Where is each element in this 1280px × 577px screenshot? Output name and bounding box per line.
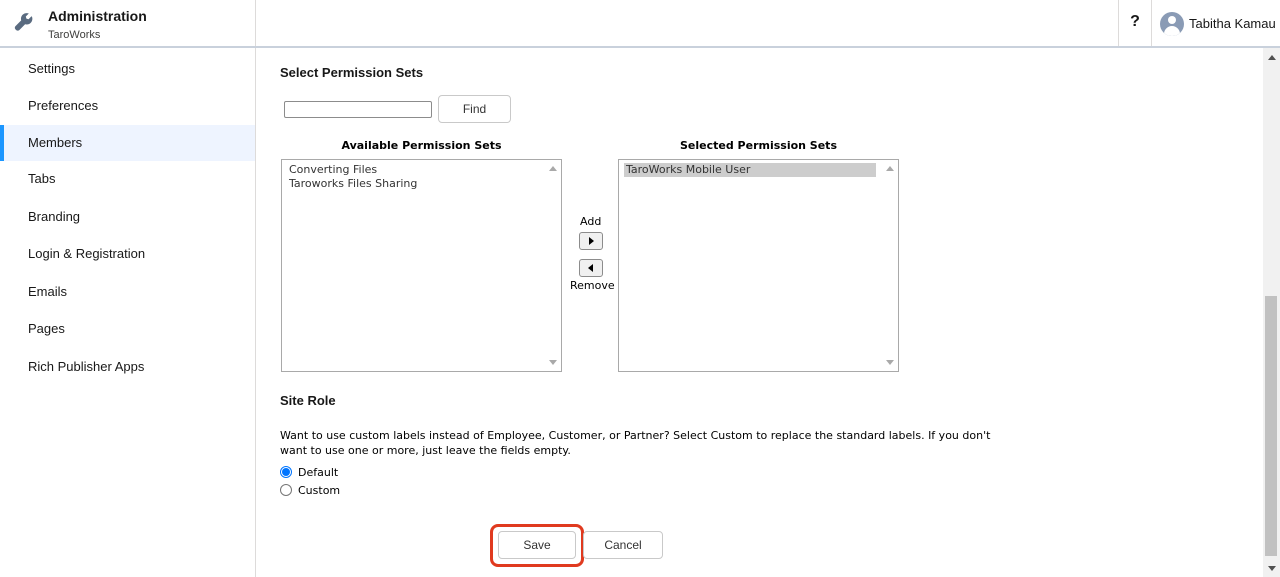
scroll-up-icon[interactable]: [1268, 55, 1276, 60]
page-scrollbar[interactable]: [1263, 48, 1280, 577]
add-label: Add: [580, 215, 602, 228]
remove-button[interactable]: [579, 259, 603, 277]
selected-permission-sets-label: Selected Permission Sets: [679, 139, 837, 152]
sidebar-item-emails[interactable]: Emails: [0, 274, 255, 310]
sidebar-item-members[interactable]: Members: [0, 125, 255, 161]
listbox-scrollbar[interactable]: [546, 161, 560, 370]
scroll-thumb[interactable]: [1265, 296, 1277, 556]
permission-sets-title: Select Permission Sets: [280, 65, 424, 80]
main-content: Select Permission Sets Find Available Pe…: [257, 48, 1263, 577]
find-button[interactable]: Find: [438, 95, 511, 123]
site-role-title: Site Role: [280, 393, 336, 408]
selected-permission-sets-list[interactable]: TaroWorks Mobile User: [618, 159, 899, 372]
sidebar-nav: Settings Preferences Members Tabs Brandi…: [0, 48, 256, 577]
sidebar-item-branding[interactable]: Branding: [0, 199, 255, 235]
scroll-down-icon: [549, 360, 557, 365]
avatar: [1160, 12, 1184, 36]
list-item[interactable]: Taroworks Files Sharing: [289, 177, 417, 191]
scroll-up-icon: [886, 166, 894, 171]
available-permission-sets-label: Available Permission Sets: [341, 139, 502, 152]
scroll-down-icon[interactable]: [1268, 566, 1276, 571]
listbox-scrollbar[interactable]: [883, 161, 897, 370]
save-button[interactable]: Save: [498, 531, 576, 559]
global-header: Administration TaroWorks ? Tabitha Kamau: [0, 0, 1280, 48]
app-title: Administration: [48, 8, 147, 24]
radio-default-label: Default: [298, 466, 339, 479]
wrench-icon: [14, 13, 33, 31]
add-button[interactable]: [579, 232, 603, 250]
available-permission-sets-list[interactable]: Converting Files Taroworks Files Sharing: [281, 159, 562, 372]
sidebar-item-preferences[interactable]: Preferences: [0, 88, 255, 124]
sidebar-item-tabs[interactable]: Tabs: [0, 161, 255, 197]
sidebar-item-login-registration[interactable]: Login & Registration: [0, 236, 255, 272]
arrow-left-icon: [588, 264, 593, 272]
permission-search-input[interactable]: [284, 101, 432, 118]
app-brand: Administration TaroWorks: [0, 0, 256, 46]
sidebar-item-settings[interactable]: Settings: [0, 51, 255, 87]
sidebar-item-rich-publisher-apps[interactable]: Rich Publisher Apps: [0, 349, 255, 385]
list-item[interactable]: Converting Files: [289, 163, 377, 177]
radio-custom[interactable]: [280, 484, 292, 496]
sidebar-item-pages[interactable]: Pages: [0, 311, 255, 347]
scroll-up-icon: [549, 166, 557, 171]
app-subtitle: TaroWorks: [48, 29, 101, 41]
arrow-right-icon: [589, 237, 594, 245]
scroll-down-icon: [886, 360, 894, 365]
user-name: Tabitha Kamau: [1189, 16, 1276, 31]
cancel-button[interactable]: Cancel: [583, 531, 663, 559]
site-role-description: Want to use custom labels instead of Emp…: [280, 429, 991, 457]
radio-default[interactable]: [280, 466, 292, 478]
list-item[interactable]: TaroWorks Mobile User: [624, 163, 876, 177]
help-icon[interactable]: ?: [1118, 0, 1152, 46]
remove-label: Remove: [570, 279, 615, 292]
radio-custom-label: Custom: [298, 484, 341, 497]
